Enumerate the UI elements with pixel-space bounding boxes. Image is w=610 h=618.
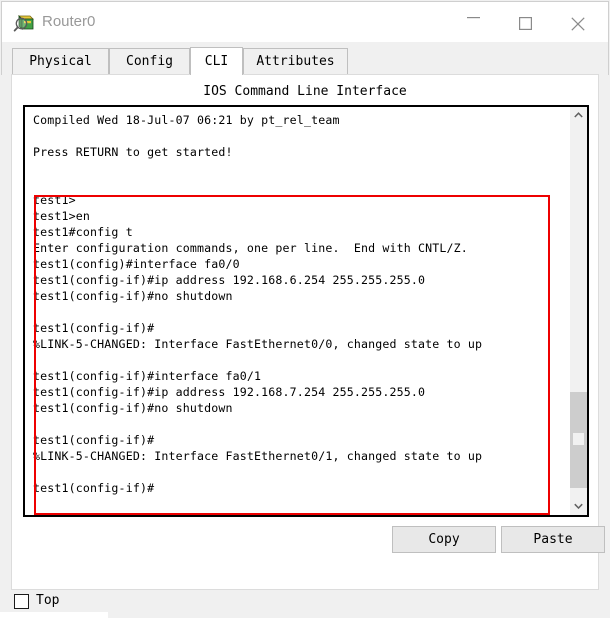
router-properties-window: Router0 Physical Config CLI Attributes I… [0,0,610,618]
tab-cli[interactable]: CLI [190,47,243,75]
window-title: Router0 [42,13,96,30]
window-bottom-edge [0,612,108,618]
window-titlebar: Router0 [1,1,609,42]
tab-attributes[interactable]: Attributes [243,48,348,75]
chevron-up-icon[interactable] [570,107,587,124]
top-checkbox[interactable] [14,594,29,609]
tab-config[interactable]: Config [109,48,190,75]
terminal-output: Compiled Wed 18-Jul-07 06:21 by pt_rel_t… [33,113,483,495]
panel-heading: IOS Command Line Interface [203,84,407,99]
router-device-icon [13,12,35,34]
cli-tab-panel: IOS Command Line Interface Compiled Wed … [11,74,605,590]
terminal-scrollbar[interactable] [570,107,587,515]
tab-physical[interactable]: Physical [12,48,109,75]
chevron-down-icon[interactable] [570,498,587,515]
close-button[interactable] [555,3,601,42]
scrollbar-thumb[interactable] [570,392,587,488]
maximize-button[interactable] [502,3,548,42]
minimize-button[interactable] [450,3,496,42]
top-checkbox-label: Top [36,593,60,608]
copy-button[interactable]: Copy [392,526,496,553]
cli-terminal[interactable]: Compiled Wed 18-Jul-07 06:21 by pt_rel_t… [23,105,589,517]
paste-button[interactable]: Paste [501,526,605,553]
tab-bar: Physical Config CLI Attributes [1,42,609,75]
